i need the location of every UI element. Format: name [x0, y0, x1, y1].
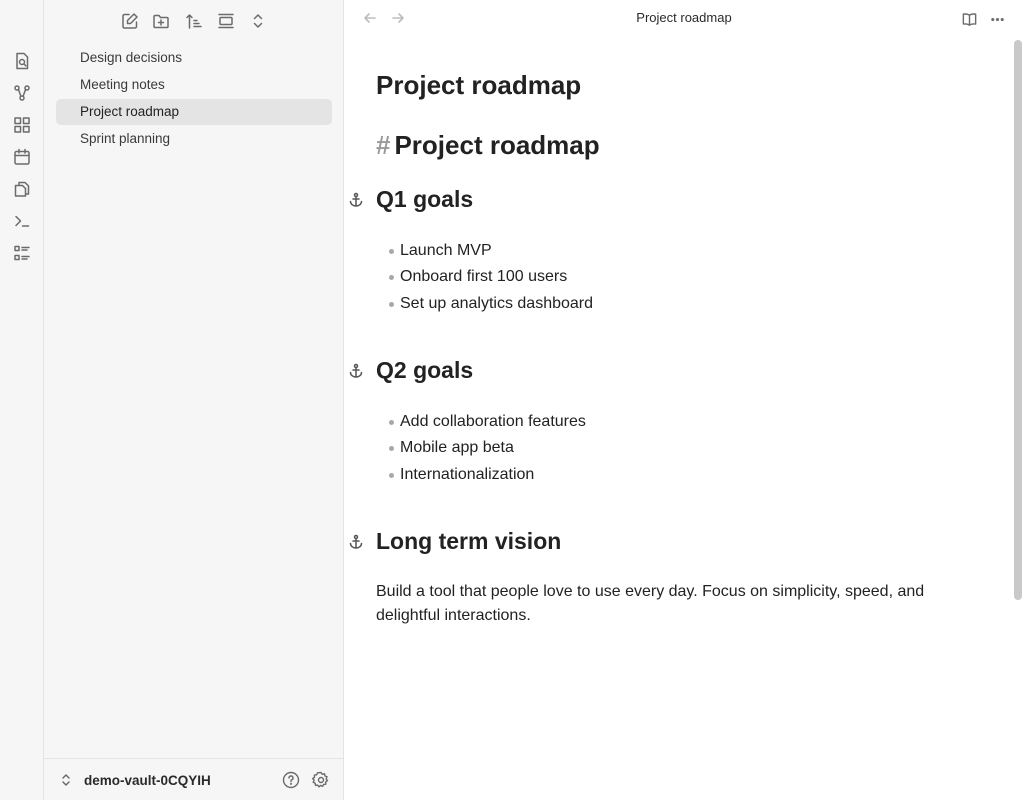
- inline-title[interactable]: Project roadmap: [376, 70, 581, 101]
- q2-goals-list: Add collaboration features Mobile app be…: [388, 409, 586, 488]
- search-file-icon[interactable]: [11, 50, 33, 72]
- terminal-icon[interactable]: [11, 210, 33, 232]
- list-item[interactable]: Add collaboration features: [388, 409, 586, 435]
- list-item[interactable]: Onboard first 100 users: [388, 264, 593, 290]
- grid-icon[interactable]: [11, 114, 33, 136]
- ribbon: [0, 0, 44, 800]
- editor-pane: Project roadmap Project roadmap # Project…: [344, 0, 1024, 800]
- note-content[interactable]: Project roadmap # Project roadmap Q1 goal…: [344, 0, 1004, 800]
- file-list: Design decisions Meeting notes Project r…: [56, 45, 332, 153]
- file-explorer-toolbar: [44, 8, 344, 34]
- list-item[interactable]: Set up analytics dashboard: [388, 291, 593, 317]
- heading-q1-goals[interactable]: Q1 goals: [376, 186, 473, 213]
- heading-1[interactable]: # Project roadmap: [376, 130, 600, 161]
- checklist-icon[interactable]: [11, 242, 33, 264]
- heading-q2-goals[interactable]: Q2 goals: [376, 357, 473, 384]
- expand-icon[interactable]: [245, 8, 271, 34]
- heading-long-term-vision[interactable]: Long term vision: [376, 528, 561, 555]
- scrollbar[interactable]: [1014, 40, 1022, 600]
- new-note-icon[interactable]: [117, 8, 143, 34]
- graph-icon[interactable]: [11, 82, 33, 104]
- copy-icon[interactable]: [11, 178, 33, 200]
- collapse-icon[interactable]: [213, 8, 239, 34]
- sort-icon[interactable]: [181, 8, 207, 34]
- chevron-up-down-icon: [58, 772, 74, 788]
- list-item[interactable]: Mobile app beta: [388, 435, 586, 461]
- help-icon[interactable]: [280, 769, 302, 791]
- file-item-sprint-planning[interactable]: Sprint planning: [56, 126, 332, 152]
- anchor-icon: [348, 192, 364, 208]
- list-item[interactable]: Internationalization: [388, 462, 586, 488]
- q1-goals-list: Launch MVP Onboard first 100 users Set u…: [388, 238, 593, 317]
- vault-name: demo-vault-0CQYIH: [84, 772, 211, 788]
- calendar-icon[interactable]: [11, 146, 33, 168]
- file-item-project-roadmap[interactable]: Project roadmap: [56, 99, 332, 125]
- settings-gear-icon[interactable]: [310, 769, 332, 791]
- heading-hash-marker: #: [376, 130, 391, 160]
- paragraph[interactable]: Build a tool that people love to use eve…: [376, 580, 946, 628]
- vault-bar: demo-vault-0CQYIH: [44, 758, 344, 800]
- anchor-icon: [348, 363, 364, 379]
- list-item[interactable]: Launch MVP: [388, 238, 593, 264]
- anchor-icon: [348, 534, 364, 550]
- vault-switcher[interactable]: demo-vault-0CQYIH: [58, 767, 258, 793]
- heading-1-text: Project roadmap: [394, 130, 600, 160]
- file-item-meeting-notes[interactable]: Meeting notes: [56, 72, 332, 98]
- new-folder-icon[interactable]: [148, 8, 174, 34]
- file-explorer: Design decisions Meeting notes Project r…: [44, 0, 344, 800]
- file-item-design-decisions[interactable]: Design decisions: [56, 45, 332, 71]
